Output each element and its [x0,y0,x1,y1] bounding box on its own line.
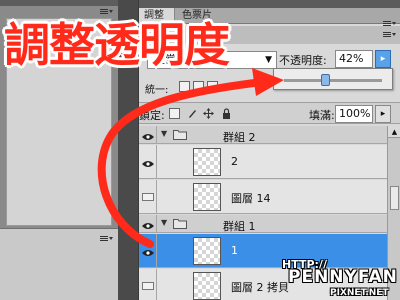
layer-thumbnail [193,237,221,265]
opacity-label: 不透明度: [279,54,327,67]
layer-thumbnail [193,148,221,176]
eye-icon[interactable] [139,145,157,178]
fill-slider-toggle-button[interactable]: ▸ [375,105,391,123]
lock-position-icon[interactable] [203,108,214,119]
panel-title-strip [139,0,400,8]
fill-input[interactable]: 100% [335,105,373,123]
opacity-slider-toggle-button[interactable]: ▸ [375,50,391,68]
overlay-title: 調整透明度 [4,18,230,72]
lock-transparent-pixels-icon[interactable] [169,108,180,119]
unify-position-icon[interactable] [179,81,190,92]
unify-row: 統一: [139,76,279,98]
layer-name: 群組 2 [223,131,256,144]
layer-name: 圖層 2 拷貝 [231,281,289,294]
layer-group-row[interactable]: ▼ 群組 2 [139,126,387,144]
chevron-down-icon: ▼ [265,55,272,65]
layers-menu-icon[interactable] [383,31,397,39]
opacity-input[interactable]: 42% [335,50,373,68]
eye-icon[interactable] [139,215,157,232]
layer-name: 1 [231,244,238,257]
unify-visibility-icon[interactable] [193,81,204,92]
watermark-domain: PIXNET.NET [330,288,389,298]
eye-icon[interactable] [139,126,157,143]
layer-thumbnail [193,272,221,300]
unify-label: 統一: [145,85,169,96]
opacity-slider-track[interactable] [284,79,382,82]
panel-menu-icon[interactable] [100,8,114,16]
layer-group-row[interactable]: ▼ 群組 1 [139,215,387,233]
dock-lower-panel [0,228,118,300]
layer-name: 2 [231,155,238,168]
lock-fill-row: 鎖定: 填滿: 100% ▸ [139,102,400,124]
group-expand-icon[interactable]: ▼ [161,129,167,138]
eye-icon [142,158,154,167]
layer-row[interactable]: 圖層 14 [139,180,387,214]
eye-icon [142,220,154,229]
layer-name: 圖層 14 [231,192,271,205]
scroll-up-icon[interactable]: ▲ [388,126,400,138]
visibility-toggle[interactable] [139,269,157,300]
visibility-toggle[interactable] [139,180,157,213]
layer-row[interactable]: 2 [139,145,387,179]
unify-style-icon[interactable] [207,81,218,92]
lock-image-pixels-icon[interactable] [187,108,198,119]
opacity-slider-thumb[interactable] [321,74,331,86]
fill-label: 填滿: [309,109,335,122]
opacity-slider-popup [273,68,393,90]
visibility-empty-box [142,193,154,201]
eye-icon [142,131,154,140]
watermark-name: PENNYFAN [288,267,398,287]
folder-icon [173,218,187,229]
lock-all-icon[interactable] [221,108,232,119]
scrollbar-thumb[interactable] [390,186,399,210]
dock-title-strip [0,0,118,6]
layer-thumbnail [193,183,221,211]
folder-icon [173,129,187,140]
watermark: HTTP:// PENNYFAN PIXNET.NET [282,258,400,300]
panel-menu-icon[interactable] [100,235,114,243]
photoshop-screenshot: 調整 色票片 正常 ▼ 不透明度: 42% ▸ 統一: 鎖定: 填滿: 100%… [0,0,400,300]
lock-label: 鎖定: [139,109,165,122]
visibility-empty-box [142,282,154,290]
eye-icon[interactable] [139,234,157,267]
eye-icon [142,247,154,256]
layer-name: 群組 1 [223,220,256,233]
group-expand-icon[interactable]: ▼ [161,218,167,227]
